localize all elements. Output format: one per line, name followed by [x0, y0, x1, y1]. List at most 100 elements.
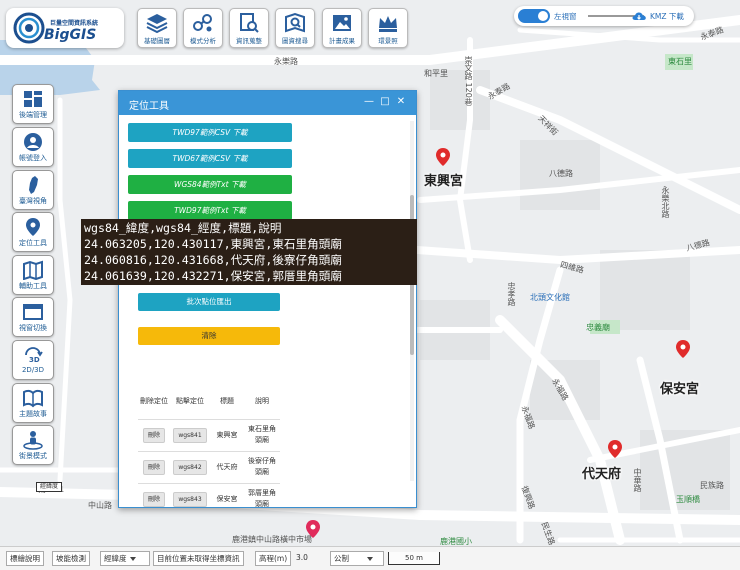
sidebar-item-window-switch[interactable]: 視窗切換: [12, 297, 54, 337]
layers-icon: [146, 14, 168, 34]
toolbar-model-analysis-button[interactable]: 模式分析: [183, 8, 223, 48]
left-window-toggle[interactable]: [518, 9, 550, 23]
map-pin-icon[interactable]: [436, 148, 450, 166]
close-icon[interactable]: ✕: [395, 96, 407, 108]
street-label: 永樂北路: [661, 186, 670, 218]
map-search-icon: [285, 12, 305, 33]
logo-title: 巨量空間資訊系統: [50, 20, 99, 27]
table-header-row: 刪除定位 點擊定位 標題 說明: [138, 383, 280, 420]
sidebar-label: 2D/3D: [21, 366, 45, 374]
street-label: 鹿港鎮中山路橫中市場: [232, 535, 312, 544]
book-icon: [23, 389, 43, 408]
map-tools-icon: [23, 260, 43, 280]
column-header: 點擊定位: [170, 383, 210, 420]
sidebar-item-admin[interactable]: 後端管理: [12, 84, 54, 124]
document-search-icon: [240, 13, 259, 33]
delete-point-button[interactable]: 刪除: [142, 427, 165, 443]
sidebar-label: 臺灣視角: [19, 197, 47, 205]
map-pin-icon[interactable]: [676, 340, 690, 358]
csv-preview-overlay: wgs84_緯度,wgs84_經度,標題,說明 24.063205,120.43…: [81, 219, 417, 285]
unit-select[interactable]: 公制: [330, 551, 384, 566]
maximize-icon[interactable]: □: [379, 96, 391, 108]
legend-help-button[interactable]: 標繪說明: [6, 551, 44, 566]
column-header: 刪除定位: [138, 383, 170, 420]
locate-point-button[interactable]: wgs843: [173, 491, 207, 507]
twd67-csv-download-button[interactable]: TWD67範例CSV 下載: [128, 149, 292, 168]
toolbar-base-layers-button[interactable]: 基礎圖層: [137, 8, 177, 48]
street-label: 東石里: [668, 57, 692, 66]
row-title: 代天府: [210, 451, 244, 484]
svg-text:3D: 3D: [29, 356, 40, 364]
row-description: 郭厝里角頭廟: [244, 483, 280, 507]
sidebar-item-positioning[interactable]: 定位工具: [12, 212, 54, 252]
coordinate-system-value: 經緯度: [104, 554, 127, 563]
taiwan-map-icon: [29, 176, 38, 194]
user-icon: [24, 133, 42, 151]
street-label: 中山路: [88, 501, 112, 510]
view-toggle-bar: 左視窗 KMZ 下載: [514, 6, 694, 26]
left-window-label: 左視窗: [554, 12, 577, 21]
dialog-header[interactable]: 定位工具 — □ ✕: [119, 91, 416, 115]
map-pin-icon: [306, 520, 320, 538]
kmz-download-label[interactable]: KMZ 下載: [650, 11, 684, 22]
toolbar-map-search-button[interactable]: 圖資搜尋: [275, 8, 315, 48]
delete-point-button[interactable]: 刪除: [142, 491, 165, 507]
locate-point-button[interactable]: wgs842: [173, 459, 207, 475]
twd97-txt-download-button[interactable]: TWD97範例Txt 下載: [128, 201, 292, 220]
unit-value: 公制: [334, 554, 349, 563]
toolbar-label: 基礎圖層: [144, 37, 170, 45]
logo-brand: BigGIS: [44, 27, 97, 43]
delete-point-button[interactable]: 刪除: [142, 459, 165, 475]
sidebar-label: 街景模式: [19, 452, 47, 460]
toolbar-project-results-button[interactable]: 計畫成果: [322, 8, 362, 48]
sidebar-item-login[interactable]: 帳號登入: [12, 127, 54, 167]
coordinate-status: 目前位置未取得坐標資訊: [153, 551, 244, 566]
poi-label: 保安宮: [660, 382, 700, 397]
table-row: 刪除 wgs841 東興宮 東石里角頭廟: [138, 419, 280, 452]
analysis-icon: [193, 14, 212, 32]
sidebar-item-aux-tools[interactable]: 輔助工具: [12, 255, 54, 295]
toolbar-label: 計畫成果: [329, 37, 355, 45]
street-label: 民族路: [700, 481, 724, 490]
app-logo[interactable]: 巨量空間資訊系統 BigGIS: [6, 8, 124, 48]
column-header: 標題: [210, 383, 244, 420]
sidebar-item-taiwan-view[interactable]: 臺灣視角: [12, 170, 54, 210]
minimize-icon[interactable]: —: [363, 96, 375, 108]
table-row: 刪除 wgs842 代天府 後寮仔角頭廟: [138, 451, 280, 484]
sidebar-item-story[interactable]: 主題故事: [12, 383, 54, 423]
wgs84-txt-download-button[interactable]: WGS84範例Txt 下載: [128, 175, 292, 194]
map-pin-icon[interactable]: [608, 440, 622, 458]
street-view-icon: [23, 431, 43, 450]
street-label: 北頭文化館: [530, 293, 570, 302]
location-pin-icon: [26, 218, 40, 236]
row-description: 東石里角頭廟: [244, 419, 280, 452]
locate-point-button[interactable]: wgs841: [173, 427, 207, 443]
cloud-download-icon[interactable]: [632, 9, 646, 23]
slope-check-button[interactable]: 坡能檢測: [52, 551, 90, 566]
lnglat-tag: 經緯度: [36, 482, 62, 492]
toolbar-label: 圖資搜尋: [282, 37, 308, 45]
sidebar-item-2d-3d[interactable]: 3D 2D/3D: [12, 340, 54, 380]
image-gallery-icon: [333, 15, 351, 31]
toolbar-info-collect-button[interactable]: 資訊蒐整: [229, 8, 269, 48]
elevation-value: 3.0: [296, 553, 308, 562]
street-label: 和平里: [424, 69, 448, 78]
chevron-down-icon: [367, 557, 373, 561]
coordinate-system-select[interactable]: 經緯度: [100, 551, 150, 566]
sidebar-label: 輔助工具: [19, 282, 47, 290]
poi-label: 東興宮: [424, 174, 464, 189]
status-bar: 標繪說明 坡能檢測 經緯度 目前位置未取得坐標資訊 高程(m) 3.0 公制 5…: [0, 546, 740, 570]
toolbar-label: 環景照: [378, 37, 398, 45]
street-label: 崇文路 120巷: [464, 56, 473, 106]
toolbar-panorama-button[interactable]: 環景照: [368, 8, 408, 48]
dialog-body: TWD97範例CSV 下載 TWD67範例CSV 下載 WGS84範例Txt 下…: [119, 115, 416, 507]
clear-button[interactable]: 清除: [138, 327, 280, 345]
result-table: 刪除定位 點擊定位 標題 說明 刪除 wgs841 東興宮 東石里角頭廟 刪除 …: [138, 383, 280, 507]
batch-export-button[interactable]: 批次點位匯出: [138, 293, 280, 311]
twd97-csv-download-button[interactable]: TWD97範例CSV 下載: [128, 123, 292, 142]
dialog-scrollbar[interactable]: [410, 121, 414, 481]
column-header: 說明: [244, 383, 280, 420]
street-label: 忠義廟: [586, 323, 610, 332]
dashboard-icon: [24, 91, 42, 107]
sidebar-item-street-view[interactable]: 街景模式: [12, 425, 54, 465]
